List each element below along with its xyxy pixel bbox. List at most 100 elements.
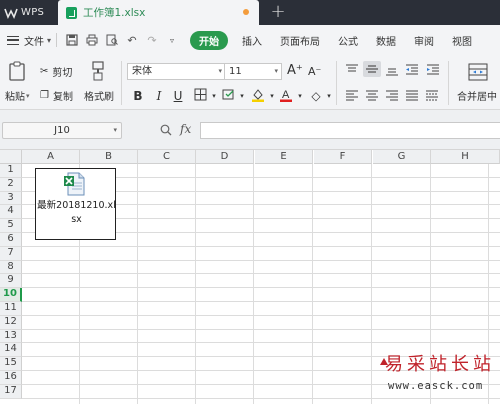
column-header[interactable]: F [314, 150, 372, 164]
copy-button[interactable]: ❐ 复制 [40, 88, 73, 103]
print-icon[interactable] [85, 33, 99, 47]
italic-button[interactable]: I [151, 88, 167, 104]
tab-page-layout[interactable]: 页面布局 [280, 33, 320, 48]
underline-button[interactable]: U [170, 88, 186, 104]
merge-center-icon[interactable] [468, 63, 488, 81]
zoom-icon[interactable] [160, 124, 172, 136]
file-name-line-1: 最新20181210.xl [37, 200, 116, 211]
align-middle-button[interactable] [363, 61, 381, 77]
fill-color-swatch [252, 99, 264, 102]
tab-formulas[interactable]: 公式 [338, 33, 358, 48]
align-left-icon[interactable] [345, 90, 359, 102]
row-header[interactable]: 3 [0, 191, 22, 206]
copy-label: 复制 [52, 92, 73, 103]
indent-decrease-icon[interactable] [405, 64, 419, 76]
tab-data[interactable]: 数据 [376, 33, 396, 48]
menu-separator [56, 33, 58, 47]
row-header[interactable]: 10 [0, 288, 22, 302]
font-size-value: 11 [229, 66, 242, 77]
row-gridline [22, 301, 500, 302]
cell-ref: J10 [54, 125, 70, 136]
wps-home-tab[interactable]: WPS [0, 0, 58, 25]
chevron-down-icon: ▾ [274, 67, 278, 75]
row-header[interactable]: 7 [0, 246, 22, 261]
row-header[interactable]: 8 [0, 260, 22, 275]
wps-logo-icon [4, 8, 18, 19]
column-gridline [195, 164, 196, 404]
indent-increase-icon[interactable] [426, 64, 440, 76]
font-size-select[interactable]: 11 ▾ [224, 63, 282, 80]
print-preview-icon[interactable] [105, 33, 119, 47]
insert-function-button[interactable]: fx [180, 122, 191, 136]
format-painter-button[interactable]: 格式刷 [84, 88, 114, 103]
font-name-select[interactable]: 宋体 ▾ [127, 63, 226, 80]
row-header[interactable]: 11 [0, 302, 22, 316]
spreadsheet-icon [66, 6, 77, 19]
row-header[interactable]: 16 [0, 371, 22, 385]
font-grow-label: A⁺ [287, 63, 303, 78]
font-color-chevron-icon[interactable]: ▾ [292, 88, 308, 104]
row-header[interactable]: 2 [0, 177, 22, 192]
justify-icon[interactable] [405, 90, 419, 102]
save-icon[interactable] [65, 33, 79, 47]
font-grow-button[interactable]: A⁺ [287, 63, 303, 78]
column-header[interactable]: B [80, 150, 138, 164]
tab-review[interactable]: 审阅 [414, 33, 434, 48]
tab-insert[interactable]: 插入 [242, 33, 262, 48]
merge-center-button[interactable]: 合并居中 [457, 88, 497, 103]
align-top-icon[interactable] [345, 64, 359, 76]
column-header[interactable]: H [431, 150, 500, 164]
column-header[interactable]: E [255, 150, 313, 164]
paste-button-icon-wrap[interactable] [8, 61, 26, 81]
align-center-icon[interactable] [365, 90, 379, 102]
column-header[interactable]: C [138, 150, 196, 164]
row-gridline [22, 245, 500, 247]
column-header[interactable]: A [22, 150, 80, 164]
row-header[interactable]: 1 [0, 164, 22, 178]
align-right-icon[interactable] [385, 90, 399, 102]
cut-button[interactable]: ✂ 剪切 [40, 64, 72, 79]
row-header[interactable]: 17 [0, 384, 22, 399]
embedded-file-object[interactable]: 最新20181210.xl sx [35, 168, 116, 240]
column-header[interactable]: G [373, 150, 431, 164]
file-menu[interactable]: 文件 [24, 33, 44, 48]
column-gridline [137, 164, 138, 404]
row-header[interactable]: 14 [0, 343, 22, 358]
chevron-down-icon[interactable]: ▾ [47, 36, 51, 45]
tab-start[interactable]: 开始 [190, 30, 229, 50]
row-header[interactable]: 4 [0, 205, 22, 220]
name-box[interactable]: J10 ▾ [2, 122, 122, 139]
select-all-corner[interactable] [0, 150, 22, 164]
row-header[interactable]: 5 [0, 219, 22, 233]
undo-icon[interactable]: ↶ [125, 33, 139, 47]
align-bottom-icon[interactable] [385, 64, 399, 76]
row-header[interactable]: 15 [0, 357, 22, 371]
column-gridline [253, 164, 254, 404]
align-middle-icon [366, 65, 378, 73]
formula-input[interactable] [200, 122, 500, 139]
bold-button[interactable]: B [130, 88, 146, 104]
cell-style-chevron-icon[interactable]: ▾ [234, 88, 250, 104]
row-gridline [22, 273, 500, 275]
row-header[interactable]: 13 [0, 329, 22, 344]
formula-bar: J10 ▾ fx [0, 110, 500, 150]
file-name-line-2: sx [71, 214, 82, 225]
document-tab[interactable]: 工作簿1.xlsx [58, 0, 259, 25]
clear-chevron-icon[interactable]: ▾ [321, 88, 337, 104]
row-header[interactable]: 6 [0, 233, 22, 247]
hamburger-icon[interactable] [7, 35, 19, 45]
customize-chevron-icon[interactable]: ▿ [165, 33, 179, 47]
paste-chevron-icon[interactable]: ▾ [26, 92, 30, 100]
paste-button[interactable]: 粘贴 ▾ [5, 88, 30, 104]
tab-view[interactable]: 视图 [452, 33, 472, 48]
ribbon-separator [121, 61, 122, 105]
new-tab-button[interactable]: + [266, 2, 290, 22]
row-gridline [22, 314, 500, 316]
font-shrink-button[interactable]: A⁻ [308, 65, 321, 78]
format-painter-icon-wrap[interactable] [90, 61, 106, 81]
redo-icon[interactable]: ↷ [145, 33, 159, 47]
column-header[interactable]: D [196, 150, 254, 164]
row-header[interactable]: 12 [0, 315, 22, 330]
distributed-align-icon[interactable] [425, 90, 439, 102]
row-header[interactable]: 9 [0, 274, 22, 289]
